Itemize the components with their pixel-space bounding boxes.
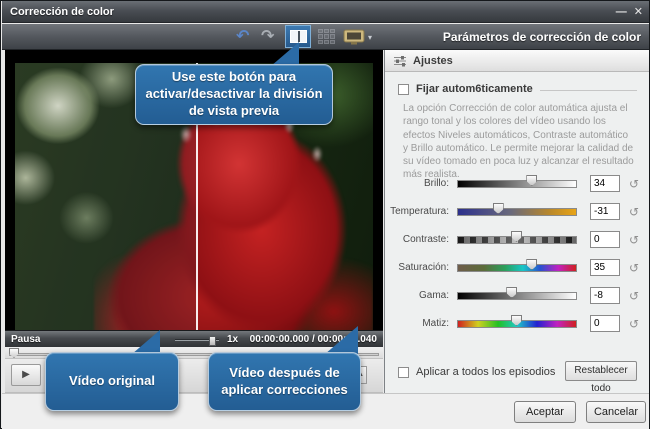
saturacion-label: Saturación:: [398, 262, 449, 273]
cancel-button[interactable]: Cancelar: [586, 401, 646, 423]
saturacion-slider[interactable]: [457, 264, 577, 272]
contraste-reset-icon[interactable]: ↺: [629, 233, 639, 247]
auto-fix-description: La opción Corrección de color automática…: [403, 102, 635, 182]
temperatura-label: Temperatura:: [390, 206, 449, 217]
corrected-callout-pointer: [325, 326, 358, 354]
speed-slider-thumb[interactable]: [209, 336, 216, 346]
apply-all-checkbox[interactable]: [398, 367, 409, 378]
temperatura-reset-icon[interactable]: ↺: [629, 205, 639, 219]
brillo-slider-thumb[interactable]: [526, 175, 537, 186]
accept-button[interactable]: Aceptar: [514, 401, 576, 423]
matiz-slider-thumb[interactable]: [511, 315, 522, 326]
color-correction-dialog: Corrección de color — ✕ ↶ ↷ ▾ Parámetros…: [0, 0, 650, 429]
chevron-down-icon[interactable]: ▾: [368, 33, 372, 42]
undo-icon[interactable]: ↶: [236, 26, 249, 48]
saturacion-reset-icon[interactable]: ↺: [629, 261, 639, 275]
toolbar: ↶ ↷ ▾ Parámetros de corrección de color: [2, 24, 649, 50]
slider-row-brillo: Brillo: ↺: [385, 177, 649, 191]
temperatura-value-input[interactable]: [590, 203, 620, 220]
window-title: Corrección de color: [2, 6, 114, 18]
monitor-icon: [343, 29, 365, 46]
matiz-value-input[interactable]: [590, 315, 620, 332]
corrected-callout: Vídeo después de aplicar correcciones: [208, 352, 361, 411]
gama-label: Gama:: [419, 290, 449, 301]
original-callout-pointer: [132, 330, 160, 354]
toolbar-title: Parámetros de corrección de color: [443, 24, 641, 50]
slider-row-matiz: Matiz: ↺: [385, 317, 649, 331]
apply-all-row: Aplicar a todos los episodios: [398, 364, 555, 380]
panel-header: Ajustes: [385, 50, 649, 72]
slider-row-temperatura: Temperatura: ↺: [385, 205, 649, 219]
gama-value-input[interactable]: [590, 287, 620, 304]
divider: [540, 90, 637, 91]
gama-reset-icon[interactable]: ↺: [629, 289, 639, 303]
split-callout-pointer: [271, 42, 299, 66]
contraste-slider[interactable]: [457, 236, 577, 244]
brillo-value-input[interactable]: [590, 175, 620, 192]
original-callout: Vídeo original: [45, 352, 179, 411]
playback-status: Pausa: [5, 334, 40, 345]
reset-all-button[interactable]: Restablecer todo: [565, 361, 637, 381]
matiz-reset-icon[interactable]: ↺: [629, 317, 639, 331]
minimize-icon[interactable]: —: [616, 1, 627, 23]
saturacion-value-input[interactable]: [590, 259, 620, 276]
contraste-value-input[interactable]: [590, 231, 620, 248]
settings-panel: Ajustes Fijar autom6ticamente La opción …: [384, 50, 649, 393]
saturacion-slider-thumb[interactable]: [526, 259, 537, 270]
split-callout: Use este botón para activar/desactivar l…: [135, 64, 333, 125]
contraste-label: Contraste:: [403, 234, 449, 245]
panel-title: Ajustes: [413, 55, 453, 67]
brillo-slider[interactable]: [457, 180, 577, 188]
slider-row-saturacion: Saturación: ↺: [385, 261, 649, 275]
close-icon[interactable]: ✕: [634, 1, 643, 23]
play-button[interactable]: ▶: [11, 364, 41, 386]
seek-thumb[interactable]: [9, 348, 19, 358]
speed-slider[interactable]: [175, 339, 219, 341]
speed-value: 1x: [227, 334, 238, 345]
monitor-view-button[interactable]: ▾: [343, 27, 377, 47]
slider-row-gama: Gama: ↺: [385, 289, 649, 303]
temperatura-slider-thumb[interactable]: [493, 203, 504, 214]
brillo-label: Brillo:: [424, 178, 449, 189]
auto-fix-label: Fijar autom6ticamente: [416, 83, 533, 95]
gama-slider[interactable]: [457, 292, 577, 300]
brillo-reset-icon[interactable]: ↺: [629, 177, 639, 191]
title-bar[interactable]: Corrección de color — ✕: [2, 1, 649, 23]
auto-fix-checkbox[interactable]: [398, 84, 409, 95]
matiz-label: Matiz:: [422, 318, 449, 329]
contraste-slider-thumb[interactable]: [511, 231, 522, 242]
slider-row-contraste: Contraste: ↺: [385, 233, 649, 247]
matiz-slider[interactable]: [457, 320, 577, 328]
auto-fix-row: Fijar autom6ticamente: [398, 82, 637, 96]
temperatura-slider[interactable]: [457, 208, 577, 216]
gama-slider-thumb[interactable]: [506, 287, 517, 298]
apply-all-label: Aplicar a todos los episodios: [416, 366, 555, 378]
grid-view-button[interactable]: [318, 29, 335, 44]
sliders-icon: [393, 55, 407, 67]
